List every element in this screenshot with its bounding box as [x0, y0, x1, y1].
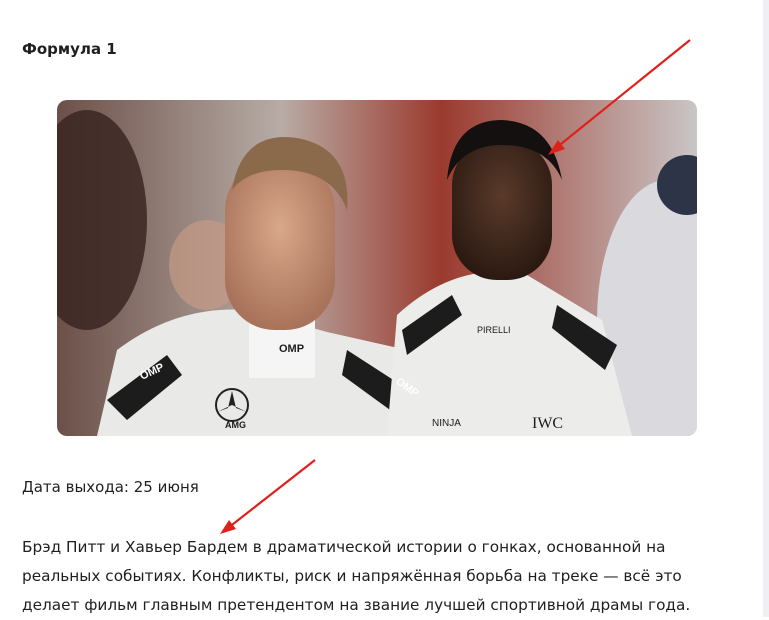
section-heading: Формула 1	[22, 40, 117, 58]
movie-description: Брэд Питт и Хавьер Бардем в драматическо…	[22, 533, 742, 620]
svg-text:OMP: OMP	[279, 343, 304, 355]
release-date: Дата выхода: 25 июня	[22, 478, 199, 496]
svg-text:AMG: AMG	[225, 420, 246, 430]
description-line: Брэд Питт и Хавьер Бардем в драматическо…	[22, 538, 666, 556]
svg-text:PIRELLI: PIRELLI	[477, 325, 511, 335]
svg-text:IWC: IWC	[532, 415, 563, 432]
description-line: делает фильм главным претендентом на зва…	[22, 596, 691, 614]
scrollbar-track[interactable]	[763, 0, 769, 617]
svg-text:NINJA: NINJA	[432, 418, 461, 429]
movie-still-image: OMP OMP OMP AMG NINJA IWC PIRELLI	[57, 100, 697, 436]
annotation-arrow-text	[220, 459, 316, 534]
description-line: реальных событиях. Конфликты, риск и нап…	[22, 567, 682, 585]
